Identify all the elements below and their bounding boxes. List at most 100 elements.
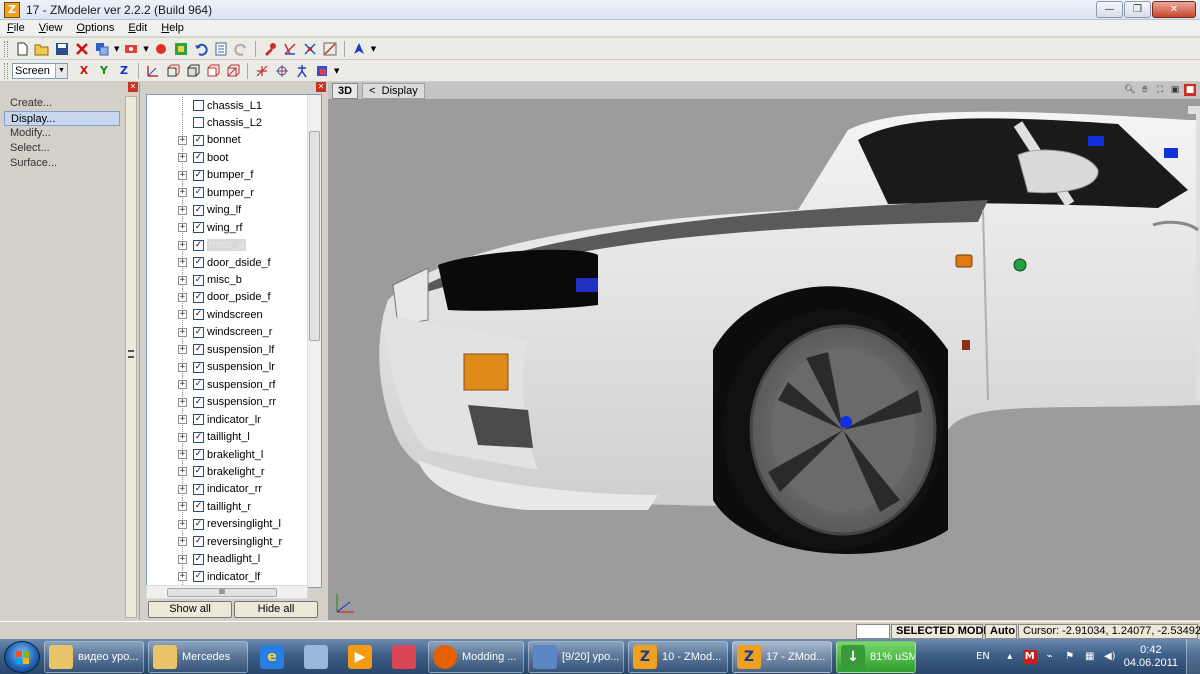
expand-icon[interactable]: + <box>178 554 187 564</box>
axis-z-toggle[interactable]: Z <box>115 62 133 80</box>
visibility-checkbox[interactable]: ✓ <box>193 571 204 583</box>
rotate-tool-icon[interactable] <box>273 62 291 80</box>
scroll-thumb[interactable] <box>309 131 320 341</box>
taskbar-download-progress[interactable]: ↓81% uSME... <box>836 640 916 673</box>
tree-item[interactable]: chassis_L2 <box>147 114 307 132</box>
pan-hand-icon[interactable]: ✋︎ <box>1139 84 1151 96</box>
expand-icon[interactable]: + <box>178 345 187 355</box>
close-icon[interactable]: ■ <box>1184 84 1196 96</box>
pointer-icon[interactable] <box>350 40 368 58</box>
taskbar-media-player[interactable]: ▶ <box>340 641 380 673</box>
command-surface[interactable]: Surface... <box>4 156 120 171</box>
visibility-checkbox[interactable]: ✓ <box>193 257 204 269</box>
auto-indicator[interactable]: Auto <box>985 624 1017 639</box>
copy-icon[interactable] <box>93 40 111 58</box>
expand-icon[interactable]: + <box>178 502 187 512</box>
cube-wire-icon[interactable] <box>224 62 242 80</box>
tree-item[interactable]: + ✓ boot <box>147 149 307 167</box>
save-icon[interactable] <box>53 40 71 58</box>
visibility-checkbox[interactable]: ✓ <box>193 239 204 251</box>
taskbar-firefox[interactable]: Modding ... <box>428 640 524 673</box>
tree-item[interactable]: chassis_L1 <box>147 97 307 114</box>
visibility-checkbox[interactable]: ✓ <box>193 204 204 216</box>
expand-icon[interactable]: + <box>178 537 187 547</box>
taskbar-folder-mercedes[interactable]: Mercedes <box>148 640 248 673</box>
minimize-button[interactable]: — <box>1096 1 1123 18</box>
scale-tool-icon[interactable] <box>313 62 331 80</box>
expand-icon[interactable]: + <box>178 362 187 372</box>
visibility-checkbox[interactable]: ✓ <box>193 344 204 356</box>
expand-icon[interactable]: + <box>178 275 187 285</box>
tree-item[interactable]: + ✓ brakelight_l <box>147 446 307 463</box>
document-icon[interactable] <box>212 40 230 58</box>
antivirus-icon[interactable]: M <box>1022 649 1037 664</box>
visibility-checkbox[interactable]: ✓ <box>193 291 204 303</box>
visibility-checkbox[interactable]: ✓ <box>193 326 204 338</box>
command-modify[interactable]: Modify... <box>4 126 120 141</box>
taskbar-paint[interactable] <box>296 641 336 673</box>
menu-file[interactable]: File <box>0 22 32 34</box>
tree-item[interactable]: + ✓ taillight_l <box>147 428 307 446</box>
tree-item[interactable]: + ✓ wing_lf <box>147 201 307 219</box>
menu-options[interactable]: Options <box>69 22 121 34</box>
menu-help[interactable]: Help <box>154 22 191 34</box>
zoom-icon[interactable]: 🔍︎ <box>1124 84 1136 96</box>
visibility-checkbox[interactable]: ✓ <box>193 309 204 321</box>
tree-item[interactable]: + ✓ windscreen_r <box>147 323 307 341</box>
tree-item[interactable]: + ✓ indicator_rr <box>147 480 307 498</box>
visibility-checkbox[interactable]: ✓ <box>193 553 204 565</box>
flag-icon[interactable]: ⚑ <box>1063 650 1077 664</box>
expand-icon[interactable]: + <box>178 240 187 250</box>
selection-mode-indicator[interactable]: SELECTED MODE <box>891 624 991 639</box>
expand-icon[interactable]: + <box>178 450 187 459</box>
show-desktop-button[interactable] <box>1186 639 1200 674</box>
undo-icon[interactable] <box>192 40 210 58</box>
cube-lit-icon[interactable] <box>204 62 222 80</box>
visibility-checkbox[interactable]: ✓ <box>193 501 204 513</box>
visibility-checkbox[interactable]: ✓ <box>193 134 204 146</box>
move-tool-icon[interactable] <box>253 62 271 80</box>
expand-icon[interactable]: + <box>178 467 187 477</box>
tree-item[interactable]: + ✓ windscreen <box>147 306 307 324</box>
tree-item[interactable]: + ✓ headlight_l <box>147 550 307 568</box>
tree-item[interactable]: + ✓ brakelight_r <box>147 463 307 481</box>
taskbar-app[interactable] <box>384 641 424 673</box>
show-all-button[interactable]: Show all <box>148 601 232 618</box>
axis-x-toggle[interactable]: X <box>75 62 93 80</box>
taskbar-zmodeler-17[interactable]: Z 17 - ZMod... <box>732 640 832 673</box>
panel-splitter[interactable] <box>320 82 328 620</box>
maximize-viewport-icon[interactable]: ⛶ <box>1154 84 1166 96</box>
close-button[interactable]: ✕ <box>1152 1 1196 18</box>
tree-item[interactable]: + ✓ bonnet <box>147 131 307 149</box>
scroll-thumb[interactable]: III <box>167 588 277 597</box>
visibility-checkbox[interactable]: ✓ <box>193 222 204 234</box>
expand-icon[interactable]: + <box>178 205 187 215</box>
tree-item[interactable]: + ✓ wing_rf <box>147 219 307 237</box>
expand-icon[interactable]: + <box>178 310 187 320</box>
network-icon[interactable]: ▦ <box>1083 650 1097 664</box>
tree-item[interactable]: + ✓ suspension_lr <box>147 358 307 376</box>
command-display[interactable]: Display... <box>4 111 120 126</box>
visibility-checkbox[interactable]: ✓ <box>193 466 204 478</box>
volume-icon[interactable]: ◀) <box>1103 650 1117 664</box>
tree-item[interactable]: + ✓ indicator_lf <box>147 568 307 586</box>
render-icon[interactable] <box>122 40 140 58</box>
taskbar-clock[interactable]: 0:42 04.06.2011 <box>1124 644 1178 670</box>
visibility-checkbox[interactable]: ✓ <box>193 518 204 530</box>
tree-item[interactable]: + ✓ misc_b <box>147 271 307 289</box>
menu-edit[interactable]: Edit <box>121 22 154 34</box>
visibility-checkbox[interactable] <box>193 117 204 129</box>
tree-item[interactable]: + ✓ indicator_lr <box>147 411 307 429</box>
cube-icon[interactable] <box>184 62 202 80</box>
bone-tool-icon[interactable] <box>293 62 311 80</box>
expand-icon[interactable]: + <box>178 188 187 198</box>
visibility-checkbox[interactable]: ✓ <box>193 483 204 495</box>
expand-icon[interactable]: + <box>178 153 187 163</box>
chevron-down-icon[interactable]: ▼ <box>143 45 148 53</box>
visibility-checkbox[interactable]: ✓ <box>193 414 204 426</box>
toolbar-grip[interactable] <box>4 40 8 57</box>
taskbar-internet-explorer[interactable]: e <box>252 641 292 673</box>
command-create[interactable]: Create... <box>4 96 120 111</box>
chevron-down-icon[interactable]: ▼ <box>114 45 119 53</box>
tree-item[interactable]: + ✓ suspension_lf <box>147 341 307 359</box>
